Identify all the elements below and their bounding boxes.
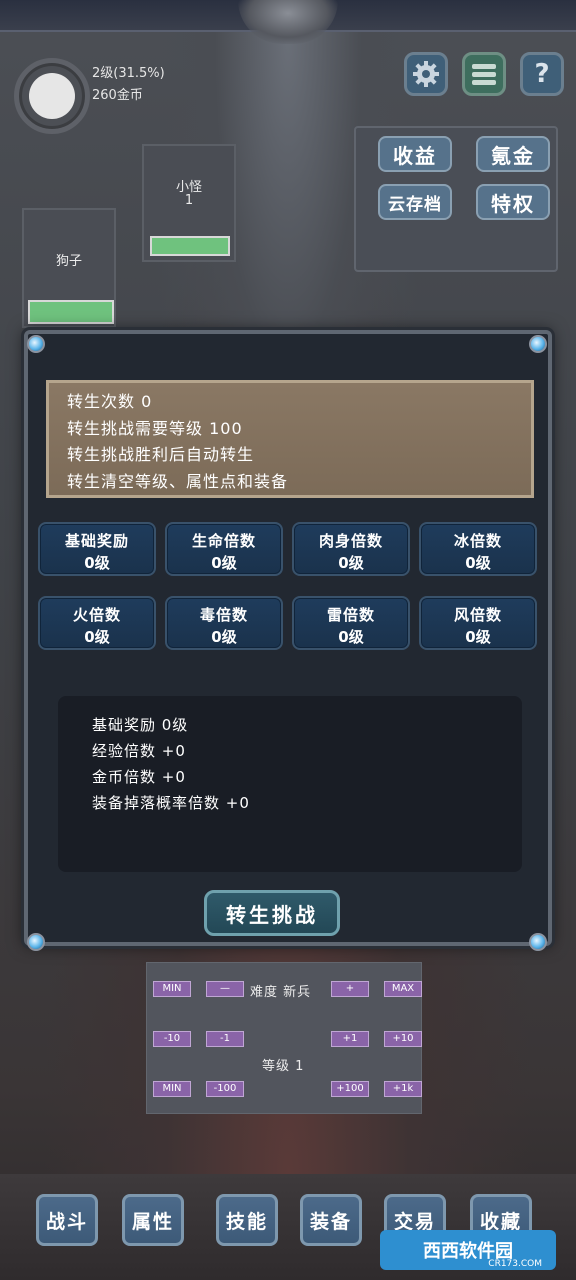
multiplier-wind[interactable]: 风倍数 0级 <box>419 596 537 650</box>
avatar[interactable] <box>14 58 90 134</box>
multiplier-value: 0级 <box>465 554 491 572</box>
multiplier-base-reward[interactable]: 基础奖励 0级 <box>38 522 156 576</box>
player-gold: 260金币 <box>92 88 143 103</box>
rebirth-info-box: 转生次数 0 转生挑战需要等级 100 转生挑战胜利后自动转生 转生清空等级、属… <box>46 380 534 498</box>
multiplier-title: 基础奖励 <box>64 532 129 550</box>
multiplier-title: 雷倍数 <box>326 606 375 624</box>
hamburger-icon <box>472 64 496 85</box>
multiplier-value: 0级 <box>338 628 364 646</box>
multiplier-poison[interactable]: 毒倍数 0级 <box>165 596 283 650</box>
level-minus-100-button[interactable]: -100 <box>206 1081 244 1097</box>
multiplier-title: 肉身倍数 <box>318 532 383 550</box>
multiplier-detail-box: 基础奖励 0级 经验倍数 +0 金币倍数 +0 装备掉落概率倍数 +0 <box>58 696 522 872</box>
multiplier-life[interactable]: 生命倍数 0级 <box>165 522 283 576</box>
difficulty-label: 难度 新兵 <box>250 985 312 1000</box>
detail-gold-multiplier: 金币倍数 +0 <box>92 768 186 786</box>
multiplier-title: 冰倍数 <box>453 532 502 550</box>
level-plus-100-button[interactable]: +100 <box>331 1081 369 1097</box>
level-minus-10-button[interactable]: -10 <box>153 1031 191 1047</box>
privilege-button[interactable]: 特权 <box>476 184 550 220</box>
difficulty-min-button[interactable]: MIN <box>153 981 191 997</box>
multiplier-value: 0级 <box>211 628 237 646</box>
level-minus-1-button[interactable]: -1 <box>206 1031 244 1047</box>
player-level: 2级(31.5%) <box>92 66 165 81</box>
nav-battle[interactable]: 战斗 <box>36 1194 98 1246</box>
multiplier-body[interactable]: 肉身倍数 0级 <box>292 522 410 576</box>
multiplier-title: 风倍数 <box>453 606 502 624</box>
topup-button[interactable]: 氪金 <box>476 136 550 172</box>
rebirth-challenge-button[interactable]: 转生挑战 <box>204 890 340 936</box>
multiplier-title: 火倍数 <box>72 606 121 624</box>
nav-attributes[interactable]: 属性 <box>122 1194 184 1246</box>
watermark-sub: CR173.COM <box>488 1259 542 1269</box>
monster-card-xiaoguai[interactable]: 小怪 1 <box>142 144 236 262</box>
multiplier-thunder[interactable]: 雷倍数 0级 <box>292 596 410 650</box>
monster-hp-bar <box>28 300 114 324</box>
rebirth-count: 转生次数 0 <box>67 392 153 411</box>
site-watermark: 西西软件园 CR173.COM <box>380 1230 556 1270</box>
detail-exp-multiplier: 经验倍数 +0 <box>92 742 186 760</box>
corner-gem <box>27 335 45 353</box>
corner-gem <box>529 335 547 353</box>
multiplier-value: 0级 <box>84 628 110 646</box>
multiplier-value: 0级 <box>84 554 110 572</box>
difficulty-increase-button[interactable]: + <box>331 981 369 997</box>
monster-card-gouzi[interactable]: 狗子 <box>22 208 116 328</box>
level-min-button[interactable]: MIN <box>153 1081 191 1097</box>
multiplier-title: 毒倍数 <box>199 606 248 624</box>
detail-drop-multiplier: 装备掉落概率倍数 +0 <box>92 794 250 812</box>
difficulty-max-button[interactable]: MAX <box>384 981 422 997</box>
level-label: 等级 1 <box>262 1059 305 1074</box>
level-plus-10-button[interactable]: +10 <box>384 1031 422 1047</box>
monster-name: 狗子 <box>55 254 82 269</box>
level-plus-1-button[interactable]: +1 <box>331 1031 369 1047</box>
rebirth-auto-note: 转生挑战胜利后自动转生 <box>67 445 255 464</box>
corner-gem <box>529 933 547 951</box>
multiplier-ice[interactable]: 冰倍数 0级 <box>419 522 537 576</box>
cloud-save-button[interactable]: 云存档 <box>378 184 452 220</box>
help-button[interactable]: ? <box>520 52 564 96</box>
multiplier-value: 0级 <box>338 554 364 572</box>
rebirth-reset-note: 转生清空等级、属性点和装备 <box>67 471 289 491</box>
gear-icon <box>413 61 439 87</box>
rebirth-required-level: 转生挑战需要等级 100 <box>67 418 243 438</box>
nav-equipment[interactable]: 装备 <box>300 1194 362 1246</box>
settings-button[interactable] <box>404 52 448 96</box>
menu-button[interactable] <box>462 52 506 96</box>
multiplier-title: 生命倍数 <box>191 532 256 550</box>
detail-base-reward: 基础奖励 0级 <box>92 716 189 734</box>
multiplier-value: 0级 <box>211 554 237 572</box>
earnings-button[interactable]: 收益 <box>378 136 452 172</box>
multiplier-fire[interactable]: 火倍数 0级 <box>38 596 156 650</box>
question-icon: ? <box>534 59 550 89</box>
avatar-image <box>29 73 75 119</box>
multiplier-value: 0级 <box>465 628 491 646</box>
difficulty-decrease-button[interactable]: — <box>206 981 244 997</box>
corner-gem <box>27 933 45 951</box>
monster-hp-bar <box>150 236 230 256</box>
nav-skills[interactable]: 技能 <box>216 1194 278 1246</box>
monster-count: 1 <box>184 193 194 208</box>
level-plus-1k-button[interactable]: +1k <box>384 1081 422 1097</box>
